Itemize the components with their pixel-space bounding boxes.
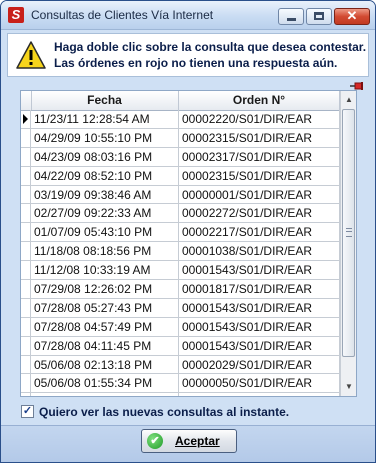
message-line-1: Haga doble clic sobre la consulta que de… xyxy=(54,40,367,54)
table-row[interactable]: 07/29/08 12:26:02 PM 00001817/S01/DIR/EAR xyxy=(21,280,340,299)
cell-orden[interactable]: 00002029/S01/DIR/EAR xyxy=(179,355,340,374)
cell-fecha[interactable]: 05/06/08 01:55:34 PM xyxy=(31,374,179,393)
row-indicator xyxy=(21,336,31,355)
table-row[interactable]: 05/06/08 01:54:46 PM00000050/S01/DIR/EAR xyxy=(21,393,340,396)
table-row[interactable]: 02/27/09 09:22:33 AM 00002272/S01/DIR/EAR xyxy=(21,204,340,224)
accept-button-label: Aceptar xyxy=(175,434,220,448)
table-row[interactable]: 07/28/08 05:27:43 PM 00001543/S01/DIR/EAR xyxy=(21,298,340,318)
minimize-icon xyxy=(287,18,296,21)
table-row[interactable]: 03/19/09 09:38:46 AM 00000001/S01/DIR/EAR xyxy=(21,185,340,205)
cell-fecha[interactable]: 02/27/09 09:22:33 AM xyxy=(31,204,179,223)
table-row[interactable]: 11/18/08 08:18:56 PM 00001038/S01/DIR/EAR xyxy=(21,242,340,262)
dialog-window: S Consultas de Clientes Vía Internet ✕ H… xyxy=(0,0,376,463)
cell-orden[interactable]: 00001543/S01/DIR/EAR xyxy=(179,261,340,280)
cell-orden[interactable]: 00002315/S01/DIR/EAR xyxy=(179,166,340,185)
warning-icon xyxy=(16,41,46,69)
cell-fecha[interactable]: 07/28/08 04:57:49 PM xyxy=(31,317,179,336)
row-indicator xyxy=(21,280,31,298)
table-row[interactable]: 04/23/09 08:03:16 PM 00002317/S01/DIR/EAR xyxy=(21,147,340,167)
column-header-fecha[interactable]: Fecha xyxy=(31,91,179,110)
cell-orden[interactable]: 00002315/S01/DIR/EAR xyxy=(179,128,340,147)
table-header: Fecha Orden N° xyxy=(21,91,340,111)
row-indicator xyxy=(21,128,31,147)
vertical-scrollbar[interactable]: ▲ ▼ xyxy=(340,91,356,396)
cell-fecha[interactable]: 07/29/08 12:26:02 PM xyxy=(31,280,179,298)
table-row[interactable]: 07/28/08 04:11:45 PM 00001543/S01/DIR/EAR xyxy=(21,336,340,356)
row-indicator xyxy=(21,166,31,185)
maximize-icon xyxy=(314,12,324,20)
cell-orden[interactable]: 00002220/S01/DIR/EAR xyxy=(179,110,340,128)
cell-orden[interactable]: 00001543/S01/DIR/EAR xyxy=(179,336,340,355)
column-header-orden[interactable]: Orden N° xyxy=(179,91,340,110)
accept-button[interactable]: ✔ Aceptar xyxy=(141,429,237,453)
cell-orden[interactable]: 00001543/S01/DIR/EAR xyxy=(179,317,340,336)
minimize-button[interactable] xyxy=(278,8,304,25)
grip-icon xyxy=(346,228,352,237)
auto-refresh-label[interactable]: Quiero ver las nuevas consultas al insta… xyxy=(39,405,289,419)
scroll-down-icon[interactable]: ▼ xyxy=(342,379,356,394)
cell-fecha[interactable]: 04/29/09 10:55:10 PM xyxy=(31,128,179,147)
row-indicator xyxy=(21,242,31,261)
table-row[interactable]: 01/07/09 05:43:10 PM 00002217/S01/DIR/EAR xyxy=(21,223,340,243)
maximize-button[interactable] xyxy=(306,8,332,25)
scroll-thumb[interactable] xyxy=(342,109,355,357)
table-row[interactable]: 11/23/11 12:28:54 AM 00002220/S01/DIR/EAR xyxy=(21,110,340,129)
row-indicator xyxy=(21,204,31,223)
cell-fecha[interactable]: 05/06/08 01:54:46 PM xyxy=(31,393,179,396)
window-title: Consultas de Clientes Vía Internet xyxy=(31,8,214,22)
current-row-arrow-icon xyxy=(23,114,28,124)
title-bar[interactable]: S Consultas de Clientes Vía Internet ✕ xyxy=(1,1,375,30)
app-logo-icon: S xyxy=(8,7,24,23)
cell-fecha[interactable]: 03/19/09 09:38:46 AM xyxy=(31,185,179,204)
row-indicator xyxy=(21,147,31,166)
table-row[interactable]: 04/22/09 08:52:10 PM 00002315/S01/DIR/EAR xyxy=(21,166,340,186)
row-indicator xyxy=(21,298,31,317)
cell-orden[interactable]: 00002217/S01/DIR/EAR xyxy=(179,223,340,242)
cell-orden[interactable]: 00001817/S01/DIR/EAR xyxy=(179,280,340,298)
cell-fecha[interactable]: 11/18/08 08:18:56 PM xyxy=(31,242,179,261)
close-button[interactable]: ✕ xyxy=(334,8,370,25)
row-indicator xyxy=(21,223,31,242)
cell-orden[interactable]: 00000050/S01/DIR/EAR xyxy=(179,374,340,393)
close-icon: ✕ xyxy=(346,8,358,23)
table-row[interactable]: 05/06/08 02:13:18 PM 00002029/S01/DIR/EAR xyxy=(21,355,340,375)
table-body: 11/23/11 12:28:54 AM 00002220/S01/DIR/EAR… xyxy=(21,110,340,396)
scroll-up-icon[interactable]: ▲ xyxy=(342,92,356,107)
cell-fecha[interactable]: 11/23/11 12:28:54 AM xyxy=(31,110,179,128)
table-row[interactable]: 04/29/09 10:55:10 PM 00002315/S01/DIR/EAR xyxy=(21,128,340,148)
check-icon: ✔ xyxy=(147,433,163,449)
auto-refresh-checkbox[interactable]: ✓ xyxy=(21,405,34,418)
consultas-table[interactable]: Fecha Orden N° 11/23/11 12:28:54 AM 00002… xyxy=(20,90,357,397)
row-indicator xyxy=(21,185,31,204)
message-line-2: Las órdenes en rojo no tienen una respue… xyxy=(54,56,338,70)
row-indicator xyxy=(21,355,31,374)
cell-orden[interactable]: 00001038/S01/DIR/EAR xyxy=(179,242,340,261)
cell-fecha[interactable]: 07/28/08 05:27:43 PM xyxy=(31,298,179,317)
cell-orden[interactable]: 00000050/S01/DIR/EAR xyxy=(179,393,340,396)
cell-orden[interactable]: 00002272/S01/DIR/EAR xyxy=(179,204,340,223)
cell-fecha[interactable]: 04/22/09 08:52:10 PM xyxy=(31,166,179,185)
cell-fecha[interactable]: 04/23/09 08:03:16 PM xyxy=(31,147,179,166)
table-row[interactable]: 11/12/08 10:33:19 AM 00001543/S01/DIR/EAR xyxy=(21,261,340,281)
cell-fecha[interactable]: 11/12/08 10:33:19 AM xyxy=(31,261,179,280)
table-row[interactable]: 05/06/08 01:55:34 PM 00000050/S01/DIR/EAR xyxy=(21,374,340,394)
cell-fecha[interactable]: 07/28/08 04:11:45 PM xyxy=(31,336,179,355)
info-message-panel: Haga doble clic sobre la consulta que de… xyxy=(7,33,369,77)
row-indicator xyxy=(21,110,31,128)
cell-fecha[interactable]: 01/07/09 05:43:10 PM xyxy=(31,223,179,242)
cell-orden[interactable]: 00001543/S01/DIR/EAR xyxy=(179,298,340,317)
row-indicator xyxy=(21,317,31,336)
table-row[interactable]: 07/28/08 04:57:49 PM 00001543/S01/DIR/EAR xyxy=(21,317,340,337)
row-indicator xyxy=(21,261,31,280)
cell-orden[interactable]: 00002317/S01/DIR/EAR xyxy=(179,147,340,166)
cell-orden[interactable]: 00000001/S01/DIR/EAR xyxy=(179,185,340,204)
cell-fecha[interactable]: 05/06/08 02:13:18 PM xyxy=(31,355,179,374)
row-indicator xyxy=(21,393,31,396)
row-indicator xyxy=(21,374,31,393)
